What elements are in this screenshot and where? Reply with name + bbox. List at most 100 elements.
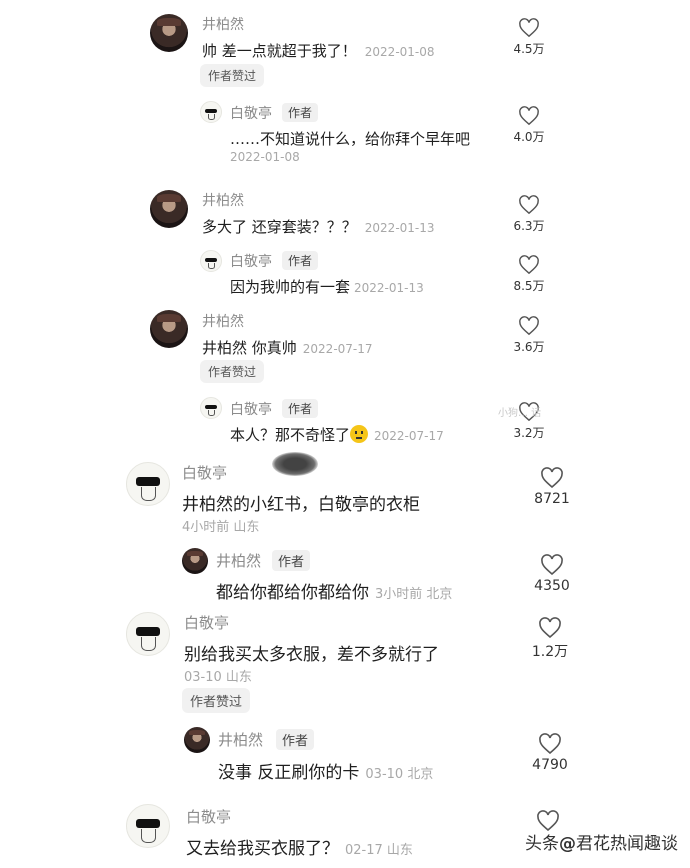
heart-outline-icon (519, 18, 539, 38)
comment-author-name[interactable]: 白敬亭 (230, 251, 272, 271)
comment-body: 本人？那不奇怪了 (230, 426, 351, 444)
avatar[interactable] (126, 612, 170, 656)
heart-outline-icon (539, 617, 561, 639)
author-liked-badge: 作者赞过 (200, 360, 265, 383)
sunglasses-icon (136, 819, 160, 828)
sunglasses-icon (205, 257, 217, 262)
comment-body: 多大了 还穿套装？？？ (202, 218, 357, 236)
like-button[interactable]: 8.5万 (499, 255, 559, 294)
like-count: 8.5万 (513, 279, 545, 293)
comment-body: ……不知道说什么，给你拜个早年吧 (230, 130, 471, 148)
comment-date: 03-10 北京 (365, 767, 434, 782)
comment-body: 又去给我买衣服了？ (186, 839, 339, 859)
comment-text: 因为我帅的有一套 2022-01-13 (230, 276, 424, 297)
like-button[interactable]: 4790 (520, 733, 580, 773)
comment-author-name[interactable]: 井柏然 (218, 729, 263, 750)
avatar[interactable] (150, 14, 188, 52)
author-tag: 作者 (282, 399, 319, 418)
comment-date: 2022-07-17 (374, 429, 444, 443)
like-count: 3.2万 (513, 426, 545, 440)
like-button[interactable]: 4.0万 (499, 106, 559, 145)
faint-overlay-text: 小狗… 话 (498, 408, 542, 419)
like-button[interactable]: 3.6万 (499, 316, 559, 355)
comment-text: 本人？那不奇怪了 2022-07-17 (230, 424, 444, 445)
author-tag: 作者 (272, 550, 311, 571)
avatar[interactable] (200, 101, 222, 123)
author-liked-badge: 作者赞过 (182, 688, 251, 713)
like-count: 1.2万 (531, 644, 569, 660)
avatar[interactable] (182, 548, 208, 574)
author-tag: 作者 (282, 251, 319, 270)
comment-text: 多大了 还穿套装？？？ 2022-01-13 (202, 216, 435, 237)
comment-date: 02-17 山东 (345, 843, 413, 858)
like-button[interactable]: 8721 (522, 467, 582, 507)
comment-date: 2022-01-13 (364, 221, 435, 235)
heart-outline-icon (539, 733, 561, 755)
comment-author-name[interactable]: 井柏然 (202, 190, 244, 210)
like-button[interactable]: 4.5万 (499, 18, 559, 57)
comment-author-name[interactable]: 白敬亭 (186, 806, 231, 827)
comment-text: 井柏然 你真帅 2022-07-17 (202, 337, 373, 358)
cat-figure (207, 262, 215, 269)
author-liked-badge: 作者赞过 (200, 64, 265, 87)
like-count: 8721 (534, 491, 570, 507)
avatar[interactable] (150, 310, 188, 348)
comment-body: 没事 反正刷你的卡 (218, 763, 360, 783)
watermark: 头条@君花热闻趣谈 (525, 829, 678, 854)
heart-outline-icon (519, 106, 539, 126)
comment-author-name[interactable]: 白敬亭 (184, 612, 229, 633)
comment-body: 帅 差一点就超于我了！ (202, 42, 357, 60)
like-count: 6.3万 (513, 219, 545, 233)
comment-date: 2022-01-08 (364, 45, 435, 59)
like-button[interactable]: 1.2万 (520, 617, 580, 661)
comment-text: 都给你都给你都给你 3小时前 北京 (216, 578, 452, 603)
face-emoji-icon (350, 425, 369, 443)
watermark-account: 君花热闻趣谈 (576, 834, 678, 854)
like-count: 4350 (534, 578, 570, 594)
watermark-at: @ (559, 834, 576, 854)
cat-figure (207, 113, 215, 120)
cat-figure (207, 409, 215, 416)
comment-date: 2022-07-17 (302, 342, 373, 356)
comment-body: 井柏然的小红书，白敬亭的衣柜 (182, 495, 420, 515)
heart-outline-icon (541, 554, 563, 576)
comment-author-name[interactable]: 井柏然 (202, 14, 244, 34)
cat-figure (141, 637, 157, 651)
like-count: 4.0万 (513, 130, 545, 144)
avatar[interactable] (126, 804, 170, 848)
author-tag: 作者 (282, 103, 319, 122)
avatar[interactable] (126, 462, 170, 506)
avatar[interactable] (184, 727, 210, 753)
avatar[interactable] (200, 250, 222, 272)
comment-author-name[interactable]: 白敬亭 (230, 399, 272, 419)
comment-text: 帅 差一点就超于我了！ 2022-01-08 (202, 40, 435, 61)
heart-outline-icon (519, 316, 539, 336)
comment-body: 别给我买太多衣服，差不多就行了 (184, 645, 439, 665)
comment-author-name[interactable]: 井柏然 (216, 550, 261, 571)
avatar[interactable] (150, 190, 188, 228)
comment-date: 03-10 山东 (184, 670, 252, 685)
heart-outline-icon (541, 467, 563, 489)
comment-date: 2022-01-13 (354, 281, 424, 295)
like-button[interactable]: 6.3万 (499, 195, 559, 234)
comment-text: 没事 反正刷你的卡 03-10 北京 (218, 758, 433, 783)
sunglasses-icon (205, 404, 217, 409)
sunglasses-icon (136, 477, 160, 486)
comment-author-name[interactable]: 白敬亭 (182, 462, 227, 483)
comment-date: 4小时前 山东 (182, 520, 260, 535)
heart-outline-icon (519, 195, 539, 215)
comment-body: 井柏然 你真帅 (202, 339, 297, 357)
avatar[interactable] (200, 397, 222, 419)
like-count: 4.5万 (513, 42, 545, 56)
comment-date: 2022-01-08 (230, 150, 300, 164)
like-count: 3.6万 (513, 340, 545, 354)
author-tag: 作者 (276, 729, 315, 750)
sunglasses-icon (205, 108, 217, 113)
comment-body: 都给你都给你都给你 (216, 583, 369, 603)
heart-outline-icon (519, 255, 539, 275)
like-button[interactable]: 4350 (522, 554, 582, 594)
comment-text: 又去给我买衣服了？ 02-17 山东 (186, 834, 413, 859)
comment-author-name[interactable]: 白敬亭 (230, 103, 272, 123)
comment-date: 3小时前 北京 (375, 587, 453, 602)
comment-author-name[interactable]: 井柏然 (202, 311, 244, 331)
